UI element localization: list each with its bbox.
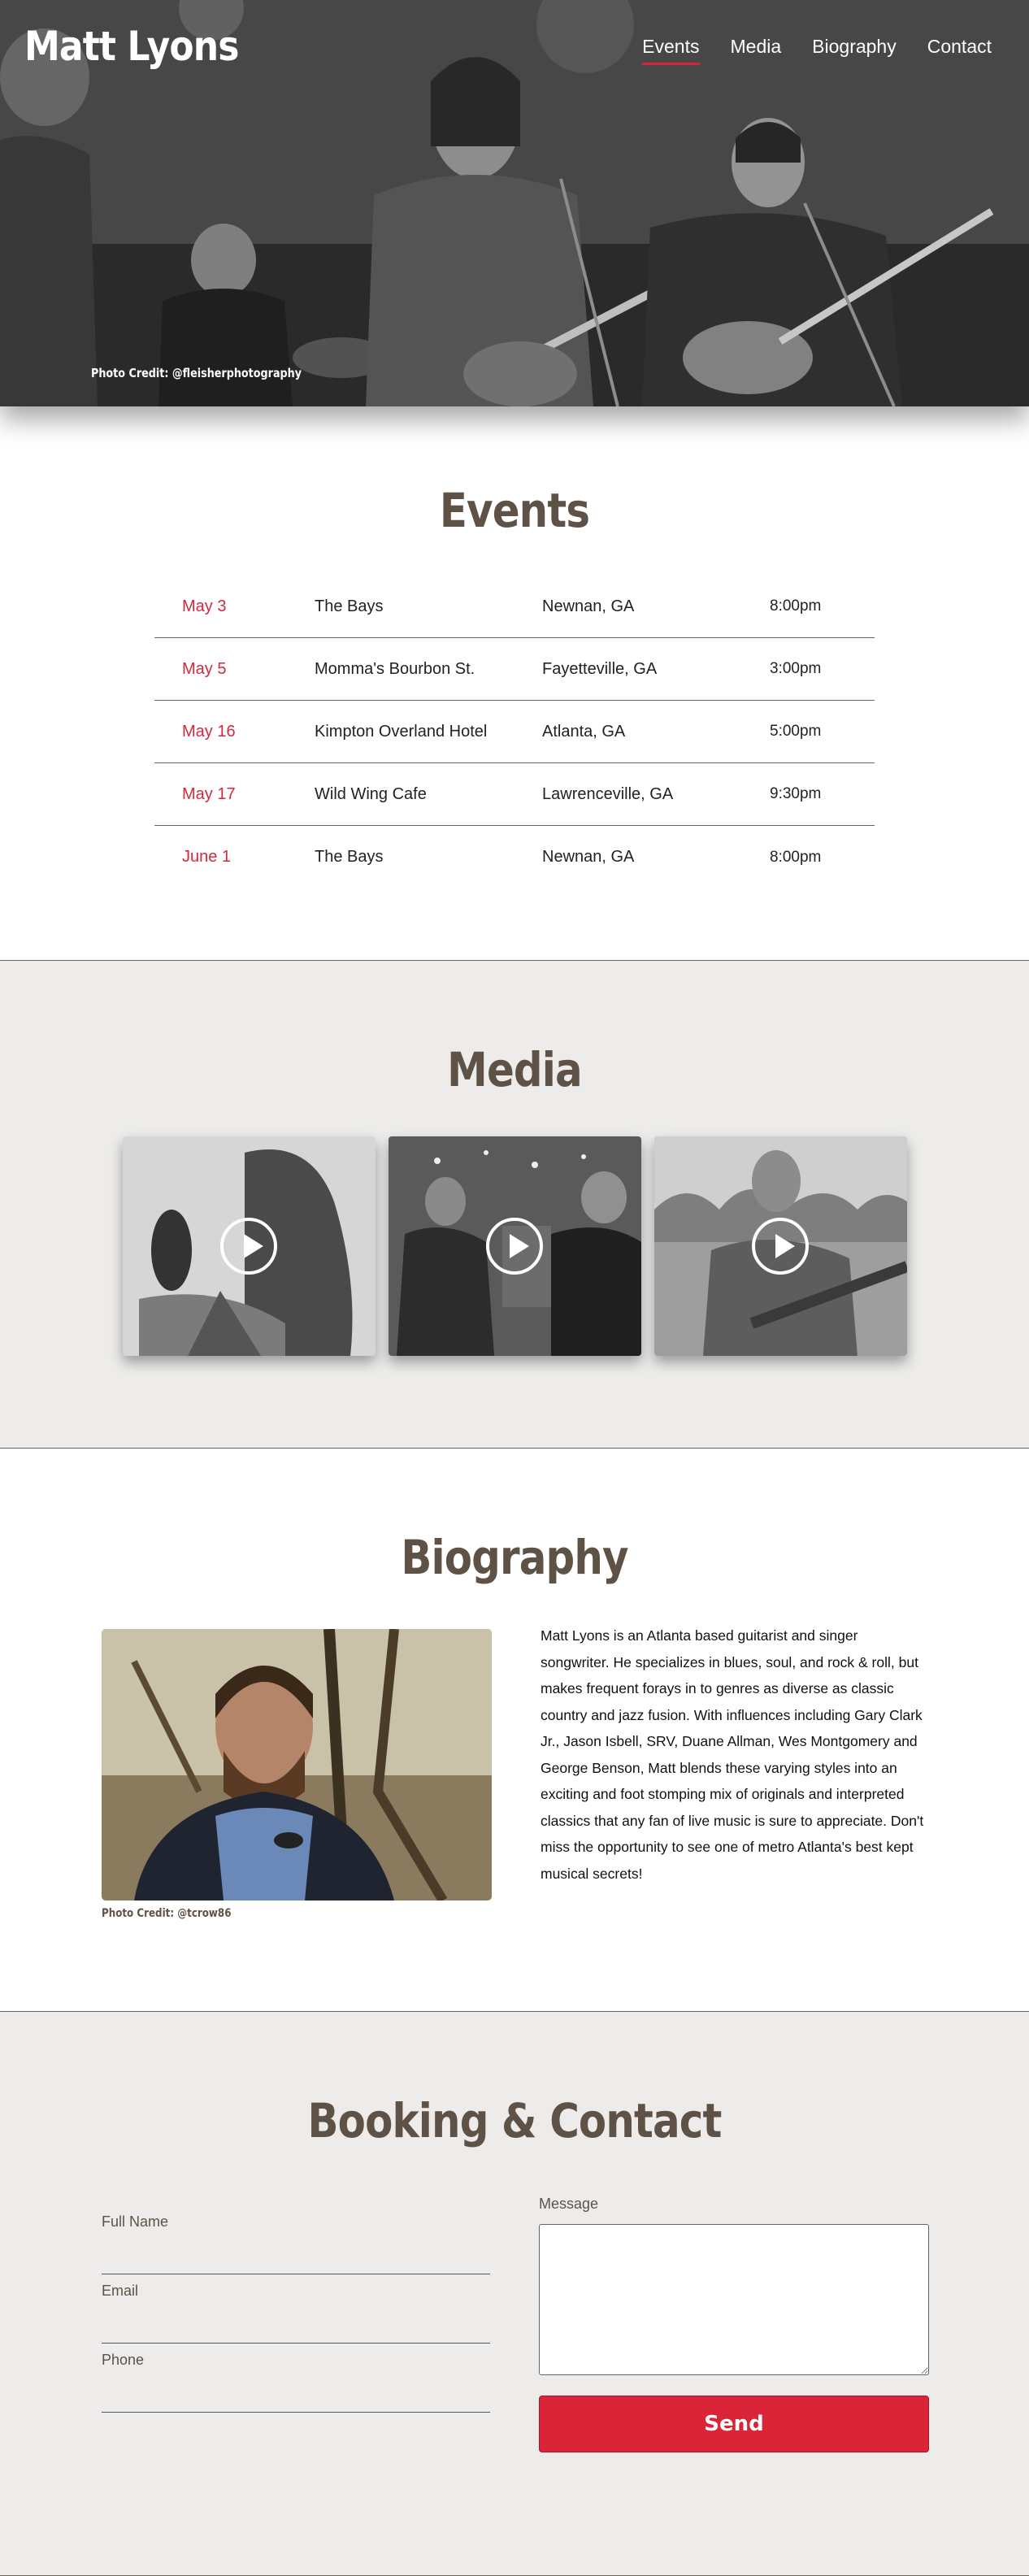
video-card[interactable] [388,1136,641,1356]
nav-contact[interactable]: Contact [927,36,992,65]
phone-input[interactable] [102,2369,490,2386]
event-time: 9:30pm [770,785,822,802]
event-venue: Wild Wing Cafe [315,784,427,803]
email-field[interactable]: Email [102,2274,490,2344]
play-icon[interactable] [486,1218,543,1275]
table-row: May 17 Wild Wing Cafe Lawrenceville, GA … [154,763,875,826]
email-input[interactable] [102,2300,490,2317]
biography-section: Biography Photo Credit: @tcrow86 Matt Ly… [0,1449,1029,2012]
media-title: Media [447,1042,582,1097]
hero-header: Matt Lyons Events Media Biography Contac… [0,0,1029,406]
full-name-field[interactable]: Full Name [102,2205,490,2274]
message-textarea[interactable] [539,2224,929,2375]
contact-form: Full Name Email Phone Message Send [100,2196,929,2452]
full-name-input[interactable] [102,2231,490,2248]
event-city: Atlanta, GA [542,722,626,741]
event-city: Newnan, GA [542,848,635,866]
biography-title: Biography [401,1530,628,1585]
message-label: Message [539,2196,599,2212]
biography-photo-credit: Photo Credit: @tcrow86 [102,1907,232,1920]
event-date: May 5 [182,659,227,678]
event-city: Lawrenceville, GA [542,784,674,803]
table-row: June 1 The Bays Newnan, GA 8:00pm [154,826,875,888]
event-time: 5:00pm [770,723,822,740]
event-venue: The Bays [315,597,384,615]
contact-fields: Full Name Email Phone [102,2196,490,2452]
biography-photo [102,1629,492,1901]
contact-message-column: Message Send [539,2196,929,2452]
events-title: Events [439,483,590,538]
biography-text: Matt Lyons is an Atlanta based guitarist… [541,1627,924,1882]
media-section: Media [0,961,1029,1449]
hero-photo-credit: Photo Credit: @fleisherphotography [91,366,302,380]
video-grid [0,1136,1029,1356]
biography-content: Photo Credit: @tcrow86 Matt Lyons is an … [100,1627,929,1920]
event-venue: The Bays [315,848,384,866]
nav-biography[interactable]: Biography [812,36,897,65]
phone-field[interactable]: Phone [102,2344,490,2413]
event-time: 8:00pm [770,597,822,615]
event-date: May 17 [182,784,236,803]
table-row: May 16 Kimpton Overland Hotel Atlanta, G… [154,701,875,763]
full-name-label: Full Name [102,2213,169,2230]
events-table: May 3 The Bays Newnan, GA 8:00pm May 5 M… [154,576,875,888]
phone-label: Phone [102,2352,145,2368]
send-button[interactable]: Send [539,2396,929,2452]
event-city: Newnan, GA [542,597,635,615]
biography-photo-column: Photo Credit: @tcrow86 [102,1629,492,1920]
events-section: Events May 3 The Bays Newnan, GA 8:00pm … [0,406,1029,961]
event-venue: Kimpton Overland Hotel [315,722,488,741]
event-city: Fayetteville, GA [542,659,658,678]
table-row: May 3 The Bays Newnan, GA 8:00pm [154,576,875,638]
contact-title: Booking & Contact [307,2093,723,2148]
event-time: 8:00pm [770,848,822,866]
event-venue: Momma's Bourbon St. [315,659,475,678]
play-icon[interactable] [220,1218,277,1275]
event-date: May 3 [182,597,227,615]
event-date: June 1 [182,848,232,866]
nav-media[interactable]: Media [731,36,782,65]
event-time: 3:00pm [770,660,822,677]
email-label: Email [102,2283,139,2299]
contact-section: Booking & Contact Full Name Email Phone … [0,2012,1029,2576]
site-title[interactable]: Matt Lyons [24,23,239,70]
table-row: May 5 Momma's Bourbon St. Fayetteville, … [154,638,875,701]
nav-events[interactable]: Events [642,36,700,65]
play-icon[interactable] [752,1218,809,1275]
video-card[interactable] [122,1136,376,1356]
portrait-image [102,1629,492,1901]
video-card[interactable] [653,1136,907,1356]
event-date: May 16 [182,722,236,741]
main-nav: Events Media Biography Contact [642,36,992,65]
